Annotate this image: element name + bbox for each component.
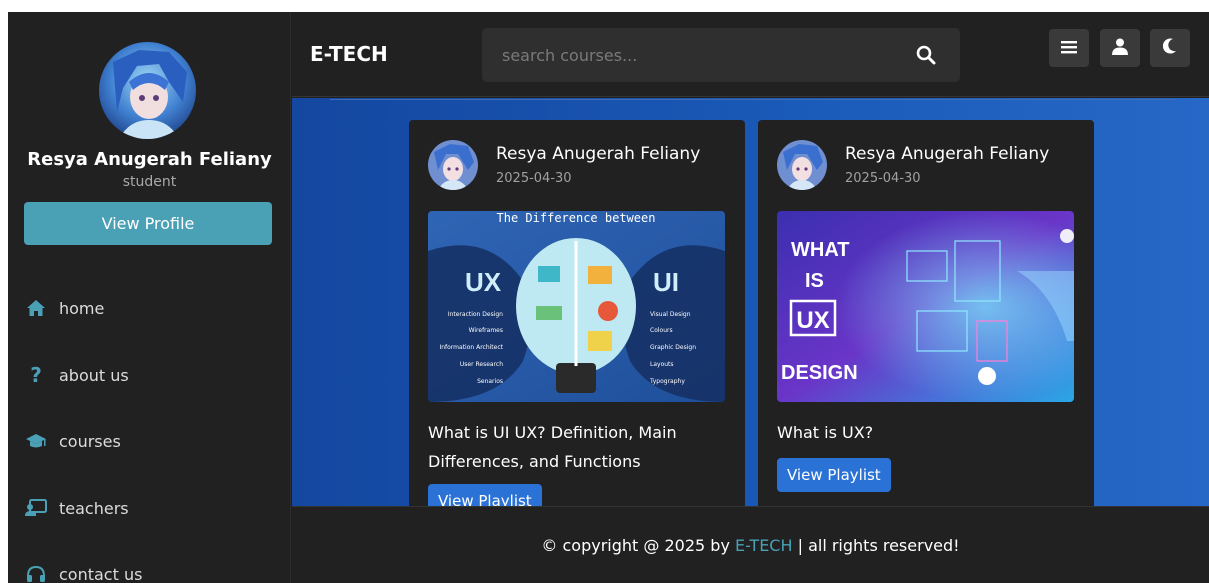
user-role: student	[122, 174, 177, 190]
svg-text:Layouts: Layouts	[650, 361, 674, 368]
sidebar-item-courses[interactable]: courses	[24, 421, 121, 461]
svg-text:Wireframes: Wireframes	[469, 327, 503, 334]
author-avatar	[428, 140, 478, 190]
headset-icon	[24, 562, 48, 583]
card-author: Resya Anugerah Feliany	[845, 144, 1050, 164]
course-thumbnail[interactable]: The Difference between UX UI Interaction…	[428, 211, 725, 402]
footer: © copyright @ 2025 by E-TECH | all right…	[292, 506, 1209, 583]
section-divider	[330, 99, 1176, 100]
svg-text:Typography: Typography	[649, 378, 685, 385]
user-button[interactable]	[1100, 29, 1140, 67]
svg-text:Graphic Design: Graphic Design	[650, 344, 696, 351]
sidebar-item-label: home	[59, 298, 105, 318]
sidebar-item-label: teachers	[59, 498, 129, 518]
thumb-ui-label: UI	[653, 267, 679, 297]
profile-avatar[interactable]	[99, 42, 196, 139]
footer-brand: E-TECH	[735, 535, 793, 555]
view-playlist-button[interactable]: View Playlist	[428, 484, 542, 506]
top-header: E-TECH	[292, 12, 1209, 97]
sidebar-item-label: courses	[59, 431, 121, 451]
card-title[interactable]: What is UI UX? Definition, Main Differen…	[428, 418, 728, 476]
course-card: Resya Anugerah Feliany 2025-04-30	[758, 120, 1094, 506]
thumb-line-design: DESIGN	[781, 362, 858, 384]
sidebar-item-label: about us	[59, 365, 129, 385]
graduation-cap-icon	[24, 429, 48, 453]
menu-icon	[1061, 39, 1077, 58]
card-title[interactable]: What is UX?	[777, 418, 1077, 447]
home-icon	[24, 296, 48, 320]
sidebar-item-contact[interactable]: contact us	[24, 554, 142, 583]
sidebar-item-about[interactable]: ? about us	[24, 355, 129, 395]
menu-button[interactable]	[1049, 29, 1089, 67]
moon-icon	[1162, 38, 1177, 58]
chalkboard-teacher-icon	[24, 496, 48, 520]
thumb-heading: The Difference between	[497, 211, 656, 225]
course-card: Resya Anugerah Feliany 2025-04-30	[409, 120, 745, 506]
svg-text:Visual Design: Visual Design	[650, 311, 691, 318]
course-thumbnail[interactable]: WHAT IS UX DESIGN	[777, 211, 1074, 402]
thumb-line-ux: UX	[796, 307, 829, 334]
card-date: 2025-04-30	[845, 171, 921, 186]
sidebar-item-teachers[interactable]: teachers	[24, 488, 129, 528]
user-name: Resya Anugerah Feliany	[27, 149, 272, 170]
author-avatar	[777, 140, 827, 190]
thumb-line-what: WHAT	[791, 239, 850, 261]
footer-suffix: | all rights reserved!	[792, 535, 960, 555]
thumb-ux-label: UX	[465, 267, 502, 297]
sidebar: Resya Anugerah Feliany student View Prof…	[8, 12, 291, 583]
search-icon[interactable]	[912, 41, 940, 69]
svg-text:User Research: User Research	[460, 361, 503, 368]
svg-text:Senarios: Senarios	[477, 378, 503, 385]
view-playlist-button[interactable]: View Playlist	[777, 458, 891, 492]
theme-toggle-button[interactable]	[1150, 29, 1190, 67]
app-frame: Resya Anugerah Feliany student View Prof…	[8, 12, 1209, 583]
card-author: Resya Anugerah Feliany	[496, 144, 701, 164]
sidebar-item-home[interactable]: home	[24, 288, 104, 328]
svg-text:Colours: Colours	[650, 327, 673, 334]
search-bar	[482, 28, 960, 82]
user-icon	[1112, 38, 1128, 59]
footer-prefix: © copyright @ 2025 by	[541, 535, 735, 555]
main-content: Resya Anugerah Feliany 2025-04-30 The Di…	[292, 98, 1209, 506]
site-logo[interactable]: E-TECH	[310, 42, 388, 66]
sidebar-item-label: contact us	[59, 564, 143, 583]
thumb-line-is: IS	[805, 270, 824, 292]
card-date: 2025-04-30	[496, 171, 572, 186]
question-icon: ?	[30, 363, 42, 387]
svg-text:Interaction Design: Interaction Design	[448, 311, 503, 318]
svg-text:Information Architect: Information Architect	[439, 344, 503, 351]
view-profile-button[interactable]: View Profile	[24, 202, 272, 245]
search-input[interactable]	[482, 28, 902, 82]
